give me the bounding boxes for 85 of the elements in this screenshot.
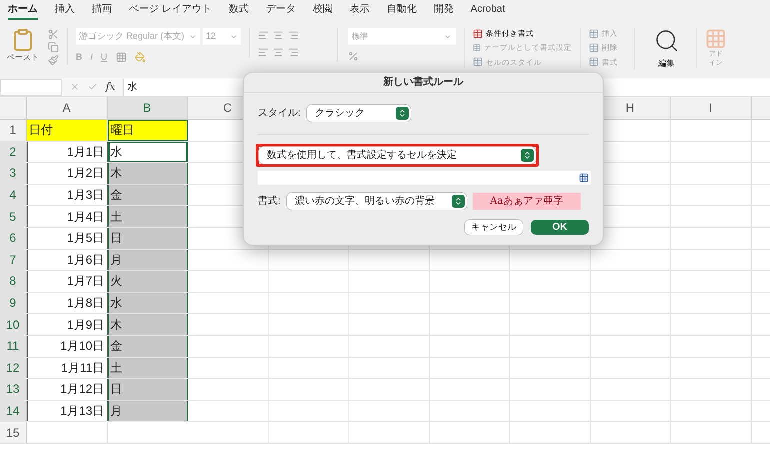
fill-color-icon[interactable] bbox=[134, 52, 146, 64]
table-cell-text: 1月8日 bbox=[67, 295, 104, 312]
column-header[interactable]: I bbox=[709, 99, 712, 117]
align-left-icon[interactable] bbox=[258, 47, 269, 58]
table-cell-text: 月 bbox=[110, 252, 122, 269]
borders-icon[interactable] bbox=[116, 52, 127, 64]
table-cell-text: 1月2日 bbox=[67, 165, 104, 182]
ribbon-tab[interactable]: 挿入 bbox=[55, 2, 75, 20]
paste-icon[interactable] bbox=[11, 28, 35, 52]
column-header[interactable]: C bbox=[223, 99, 232, 117]
ribbon-tab[interactable]: 開発 bbox=[434, 2, 454, 20]
table-cell-text: 1月6日 bbox=[67, 252, 104, 269]
table-cell-text: 1月13日 bbox=[60, 403, 104, 420]
table-cell-text: 1月1日 bbox=[67, 144, 104, 161]
function-label[interactable]: fx bbox=[106, 80, 116, 94]
table-cell-text: 木 bbox=[110, 165, 122, 182]
table-cell-text: 水 bbox=[110, 144, 122, 161]
table-cell-text: 木 bbox=[110, 316, 122, 334]
stepper-icon bbox=[452, 195, 465, 208]
table-icon bbox=[473, 28, 483, 39]
column-header[interactable]: B bbox=[143, 99, 152, 117]
ribbon-tab[interactable]: Acrobat bbox=[470, 2, 506, 20]
ribbon-tab[interactable]: 校閲 bbox=[312, 2, 333, 20]
table-icon bbox=[589, 57, 599, 68]
column-header[interactable]: H bbox=[626, 99, 635, 117]
ribbon-tab[interactable]: ページ レイアウト bbox=[129, 2, 212, 20]
ribbon-tab[interactable]: ホーム bbox=[8, 2, 38, 20]
enter-icon[interactable] bbox=[88, 82, 98, 92]
rule-type-select[interactable]: 数式を使用して、書式設定するセルを決定 bbox=[259, 147, 536, 164]
table-icon bbox=[473, 57, 483, 68]
formula-input[interactable] bbox=[258, 171, 591, 185]
table-cell-text: 1月10日 bbox=[60, 338, 104, 356]
table-cell-text: 1月12日 bbox=[60, 381, 104, 398]
table-cell-text: 1月3日 bbox=[67, 187, 104, 204]
table-cell-text: 1月4日 bbox=[67, 208, 104, 226]
ribbon-tab[interactable]: 描画 bbox=[92, 2, 112, 20]
editing-label: 編集 bbox=[658, 58, 674, 70]
addins-icon[interactable] bbox=[705, 28, 727, 50]
align-right-icon[interactable] bbox=[288, 47, 299, 58]
ribbon-tab[interactable]: 数式 bbox=[228, 2, 249, 20]
cancel-button[interactable]: キャンセル bbox=[465, 220, 523, 235]
style-label: スタイル: bbox=[258, 107, 301, 121]
table-cell-text: 1月9日 bbox=[67, 316, 104, 334]
table-cell-text: 日付 bbox=[29, 122, 53, 140]
align-right-icon[interactable] bbox=[288, 30, 299, 41]
align-center-icon[interactable] bbox=[273, 30, 284, 41]
range-picker-icon[interactable] bbox=[579, 173, 589, 183]
ok-button[interactable]: OK bbox=[531, 220, 589, 235]
table-icon bbox=[589, 42, 599, 53]
cut-icon[interactable] bbox=[48, 29, 59, 40]
table-cell-text: 火 bbox=[110, 273, 122, 290]
cancel-icon[interactable] bbox=[70, 82, 80, 92]
table-cell-text: 土 bbox=[110, 360, 122, 377]
copy-icon[interactable] bbox=[48, 42, 59, 53]
ribbon-tab[interactable]: 自動化 bbox=[386, 2, 417, 20]
table-cell-text: 金 bbox=[110, 338, 122, 356]
table-icon bbox=[589, 28, 599, 39]
name-box[interactable] bbox=[0, 78, 62, 96]
format-preview: Aaあぁアァ亜字 bbox=[472, 193, 581, 210]
table-cell-text: 日 bbox=[110, 230, 122, 248]
search-icon[interactable] bbox=[654, 28, 680, 54]
table-cell-text: 土 bbox=[110, 208, 122, 226]
percent-icon[interactable] bbox=[348, 51, 359, 62]
brush-icon[interactable] bbox=[48, 55, 59, 66]
dialog-title: 新しい書式ルール bbox=[384, 75, 464, 90]
table-cell-text: 曜日 bbox=[110, 122, 134, 140]
table-cell-text: 1月7日 bbox=[67, 273, 104, 290]
table-cell-text: 金 bbox=[110, 187, 122, 204]
table-cell-text: 1月11日 bbox=[61, 360, 104, 377]
align-center-icon[interactable] bbox=[273, 47, 284, 58]
style-select[interactable]: クラシック bbox=[306, 105, 411, 122]
ribbon-tab[interactable]: データ bbox=[266, 2, 296, 20]
table-cell-text: 日 bbox=[110, 381, 122, 398]
stepper-icon bbox=[521, 149, 534, 162]
format-select[interactable]: 濃い赤の文字、明るい赤の背景 bbox=[286, 193, 467, 210]
table-icon bbox=[473, 42, 481, 53]
stepper-icon bbox=[396, 107, 409, 120]
format-label: 書式: bbox=[258, 194, 281, 209]
ribbon-tab[interactable]: 表示 bbox=[350, 2, 370, 20]
table-cell-text: 月 bbox=[110, 403, 122, 420]
table-cell-text: 水 bbox=[110, 295, 122, 312]
paste-label: ペースト bbox=[7, 52, 39, 64]
table-cell-text: 1月5日 bbox=[67, 230, 104, 248]
align-left-icon[interactable] bbox=[258, 30, 269, 41]
column-header[interactable]: A bbox=[62, 99, 71, 117]
